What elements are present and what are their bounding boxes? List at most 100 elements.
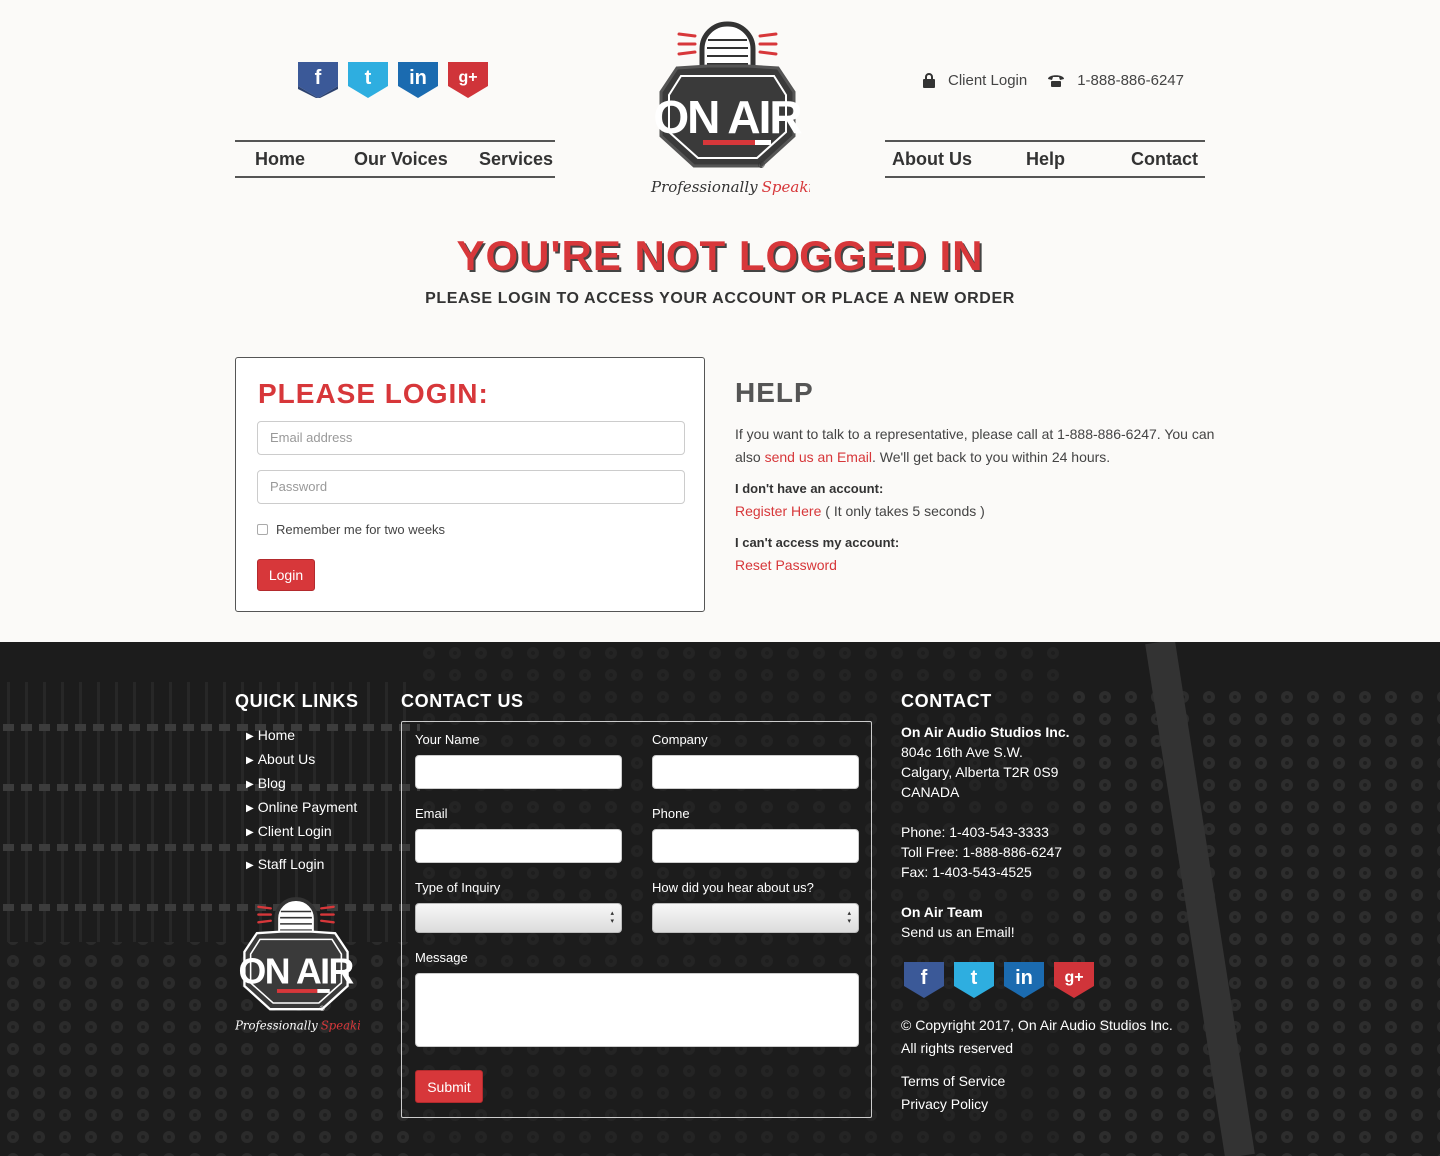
facebook-glyph: f — [314, 67, 322, 89]
register-note: ( It only takes 5 seconds ) — [821, 503, 985, 519]
message-label: Message — [415, 950, 468, 965]
quick-link-online-payment[interactable]: Online Payment — [246, 796, 358, 820]
page-title: YOU'RE NOT LOGGED IN — [456, 232, 984, 279]
help-text-part: . We'll get back to you within 24 hours. — [871, 449, 1111, 465]
logo-tagline-professionally: Professionally — [650, 178, 758, 196]
email-input[interactable]: Email address — [257, 421, 685, 455]
quick-links-list: Home About Us Blog Online Payment Client… — [246, 724, 358, 844]
footer-logo-tagline-speaking: Speaking — [321, 1018, 360, 1032]
footer-toll-free: Toll Free: 1-888-886-6247 — [901, 844, 1063, 860]
site-footer: QUICK LINKS Home About Us Blog Online Pa… — [0, 642, 1440, 1156]
quick-link-blog[interactable]: Blog — [246, 772, 357, 796]
copyright: © Copyright 2017, On Air Audio Studios I… — [901, 1014, 1173, 1060]
address-line: 804c 16th Ave S.W. — [901, 744, 1023, 760]
footer-on-air-logo[interactable]: ON AIR ® ProfessionallySpeaking — [232, 894, 360, 1036]
help-text: If you want to talk to a representative,… — [735, 423, 1215, 469]
company-name: On Air Audio Studios Inc. — [901, 724, 1070, 740]
help-heading: HELP — [735, 377, 814, 408]
footer-phone: Phone: 1-403-543-3333 — [901, 824, 1049, 840]
contact-us-heading: CONTACT US — [401, 691, 524, 711]
nav-our-voices[interactable]: Our Voices — [354, 149, 448, 170]
twitter-icon[interactable]: t — [954, 962, 994, 998]
facebook-icon[interactable]: f — [904, 962, 944, 998]
logo-registered-mark: ® — [758, 160, 765, 170]
quick-link-client-login[interactable]: Client Login — [246, 820, 357, 844]
footer-fax: Fax: 1-403-543-4525 — [901, 864, 1032, 880]
footer-logo-tagline: ProfessionallySpeaking — [234, 1018, 360, 1032]
phone-label: Phone — [652, 806, 690, 821]
team-name: On Air Team — [901, 904, 983, 920]
client-login-link[interactable]: Client Login — [922, 72, 1027, 89]
contact-heading: CONTACT — [901, 691, 992, 711]
register-line: Register Here ( It only takes 5 seconds … — [735, 500, 1215, 523]
logo-wordmark: ON AIR — [653, 91, 802, 143]
footer-logo-tagline-professionally: Professionally — [234, 1018, 318, 1032]
site-header: f t in g+ Home Our Voices Services ON AI… — [0, 0, 1440, 200]
password-input[interactable]: Password — [257, 470, 685, 504]
address-line: Calgary, Alberta T2R 0S9 — [901, 764, 1059, 780]
register-link[interactable]: Register Here — [735, 503, 821, 519]
google-plus-glyph: g+ — [458, 69, 478, 86]
facebook-icon[interactable]: f — [298, 62, 338, 98]
login-button[interactable]: Login — [257, 559, 315, 591]
linkedin-glyph: in — [409, 67, 427, 89]
linkedin-icon[interactable]: in — [398, 62, 438, 98]
logo-tagline-speaking: Speaking — [762, 178, 810, 196]
your-name-input[interactable] — [415, 755, 622, 789]
nav-services[interactable]: Services — [479, 149, 553, 170]
login-panel: PLEASE LOGIN: Email address Password Rem… — [235, 357, 705, 612]
facebook-glyph: f — [920, 967, 928, 989]
team-email-link[interactable]: Send us an Email! — [901, 922, 1070, 942]
google-plus-glyph: g+ — [1064, 969, 1084, 986]
social-links-footer: f t in g+ — [904, 962, 1094, 998]
on-air-logo[interactable]: ON AIR ® ProfessionallySpeaking — [645, 18, 810, 200]
contact-info: On Air Audio Studios Inc. 804c 16th Ave … — [901, 722, 1070, 942]
social-links-top: f t in g+ — [298, 62, 488, 98]
footer-logo-wordmark: ON AIR — [239, 952, 355, 992]
client-login-label: Client Login — [948, 72, 1028, 89]
contact-phone-input[interactable] — [652, 829, 859, 863]
quick-link-about-us[interactable]: About Us — [246, 748, 357, 772]
lock-icon — [923, 72, 935, 88]
hear-label: How did you hear about us? — [652, 880, 814, 895]
phone-number[interactable]: 1-888-886-6247 — [1047, 72, 1184, 89]
no-account-label: I don't have an account: — [735, 481, 884, 496]
remember-me[interactable]: Remember me for two weeks — [257, 522, 445, 537]
company-input[interactable] — [652, 755, 859, 789]
twitter-glyph: t — [970, 967, 978, 989]
inquiry-select[interactable] — [415, 903, 622, 933]
hear-about-select[interactable] — [652, 903, 859, 933]
logo-tagline: ProfessionallySpeaking — [650, 178, 810, 196]
quick-link-home[interactable]: Home — [246, 724, 357, 748]
login-heading: PLEASE LOGIN: — [258, 378, 489, 409]
message-textarea[interactable] — [415, 973, 859, 1047]
nav-contact[interactable]: Contact — [1131, 149, 1198, 170]
google-plus-icon[interactable]: g+ — [1054, 962, 1094, 998]
address-country: CANADA — [901, 784, 960, 800]
terms-link[interactable]: Terms of Service — [901, 1070, 1005, 1093]
nav-about-us[interactable]: About Us — [892, 149, 972, 170]
top-utility-links: Client Login 1-888-886-6247 — [922, 72, 1184, 89]
quick-link-staff-login[interactable]: Staff Login — [246, 856, 325, 872]
nav-help[interactable]: Help — [1026, 149, 1065, 170]
send-email-link[interactable]: send us an Email — [765, 449, 872, 465]
footer-logo-registered-mark: ® — [320, 1005, 326, 1013]
copyright-text: © Copyright 2017, On Air Audio Studios I… — [901, 1017, 1173, 1033]
linkedin-icon[interactable]: in — [1004, 962, 1044, 998]
remember-checkbox[interactable] — [257, 524, 268, 535]
phone-icon — [1048, 75, 1065, 87]
twitter-icon[interactable]: t — [348, 62, 388, 98]
nav-home[interactable]: Home — [255, 149, 305, 170]
your-name-label: Your Name — [415, 732, 480, 747]
submit-button[interactable]: Submit — [415, 1070, 483, 1103]
legal-links: Terms of Service Privacy Policy — [901, 1070, 1005, 1116]
nav-right: About Us Help Contact — [885, 140, 1205, 178]
contact-email-input[interactable] — [415, 829, 622, 863]
remember-label: Remember me for two weeks — [276, 522, 446, 537]
reset-password-link[interactable]: Reset Password — [735, 557, 837, 573]
inquiry-label: Type of Inquiry — [415, 880, 501, 895]
privacy-link[interactable]: Privacy Policy — [901, 1093, 1005, 1116]
phone-label: 1-888-886-6247 — [1077, 72, 1184, 89]
google-plus-icon[interactable]: g+ — [448, 62, 488, 98]
no-access-label: I can't access my account: — [735, 535, 900, 550]
